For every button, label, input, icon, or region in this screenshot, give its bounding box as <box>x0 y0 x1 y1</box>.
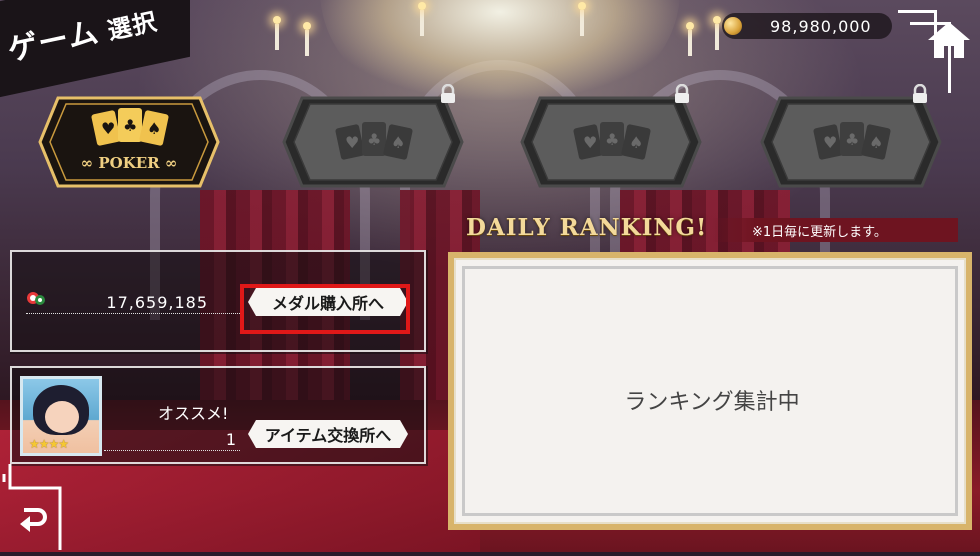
lock-icon <box>675 84 689 103</box>
chandelier <box>320 0 680 100</box>
back-button[interactable] <box>0 460 90 552</box>
candle <box>418 2 426 36</box>
playing-cards-icon: ♥ ♣ ♠ <box>813 122 891 160</box>
coin-balance: 98,980,000 <box>722 13 892 39</box>
highlight-box <box>240 284 410 334</box>
divider <box>26 313 240 314</box>
divider <box>104 450 240 451</box>
lock-icon <box>913 84 927 103</box>
svg-text:♣: ♣ <box>367 130 381 149</box>
rarity-stars: ★★★★ <box>29 437 69 451</box>
playing-cards-icon: ♥ ♣ ♠ <box>335 122 413 160</box>
svg-text:♠: ♠ <box>629 133 643 152</box>
svg-text:♠: ♠ <box>391 133 405 152</box>
title-sub: 選択 <box>105 7 160 46</box>
medal-value: 17,659,185 <box>106 293 208 312</box>
svg-text:♠: ♠ <box>147 119 161 138</box>
svg-text:♥: ♥ <box>823 133 837 152</box>
playing-cards-icon: ♥ ♣ ♠ <box>91 108 169 146</box>
ranking-note: ※1日毎に更新します。 <box>752 225 887 240</box>
recommend-label: オススメ! <box>158 404 229 423</box>
game-card-locked[interactable]: ♥ ♣ ♠ <box>520 84 702 188</box>
game-card-locked[interactable]: ♥ ♣ ♠ <box>282 84 464 188</box>
game-card-label: ∞ POKER ∞ <box>80 154 178 172</box>
gold-coin-icon <box>724 17 742 35</box>
candle <box>273 16 281 50</box>
avatar-face <box>45 401 79 433</box>
character-avatar[interactable]: ★★★★ <box>20 376 102 456</box>
return-arrow-icon <box>20 508 47 532</box>
svg-text:♠: ♠ <box>869 133 883 152</box>
ranking-status: ランキング集計中 <box>624 390 800 415</box>
svg-text:♣: ♣ <box>845 130 859 149</box>
svg-text:♥: ♥ <box>583 133 597 152</box>
home-button[interactable] <box>896 10 976 93</box>
item-exchange-button[interactable]: アイテム交換所へ <box>248 420 408 448</box>
home-icon <box>928 22 970 58</box>
candle <box>686 22 694 56</box>
candle <box>713 16 721 50</box>
candle <box>303 22 311 56</box>
game-card-locked[interactable]: ♥ ♣ ♠ <box>760 84 942 188</box>
svg-text:♥: ♥ <box>101 119 115 138</box>
svg-text:♥: ♥ <box>345 133 359 152</box>
candle <box>578 2 586 36</box>
lock-icon <box>441 84 455 103</box>
ranking-content: ランキング集計中 <box>454 258 966 524</box>
game-card-poker[interactable]: ♥ ♣ ♠ ∞ POKER ∞ <box>38 96 220 188</box>
screen-title: ゲーム 選択 <box>0 0 200 100</box>
coin-value: 98,980,000 <box>770 16 872 36</box>
ranking-panel: ランキング集計中 <box>448 252 972 530</box>
item-count: 1 <box>225 430 236 449</box>
svg-text:♣: ♣ <box>123 116 137 135</box>
playing-cards-icon: ♥ ♣ ♠ <box>573 122 651 160</box>
medal-chips-icon <box>27 292 45 305</box>
svg-text:♣: ♣ <box>605 130 619 149</box>
ranking-title: DAILY RANKING! <box>466 214 708 241</box>
